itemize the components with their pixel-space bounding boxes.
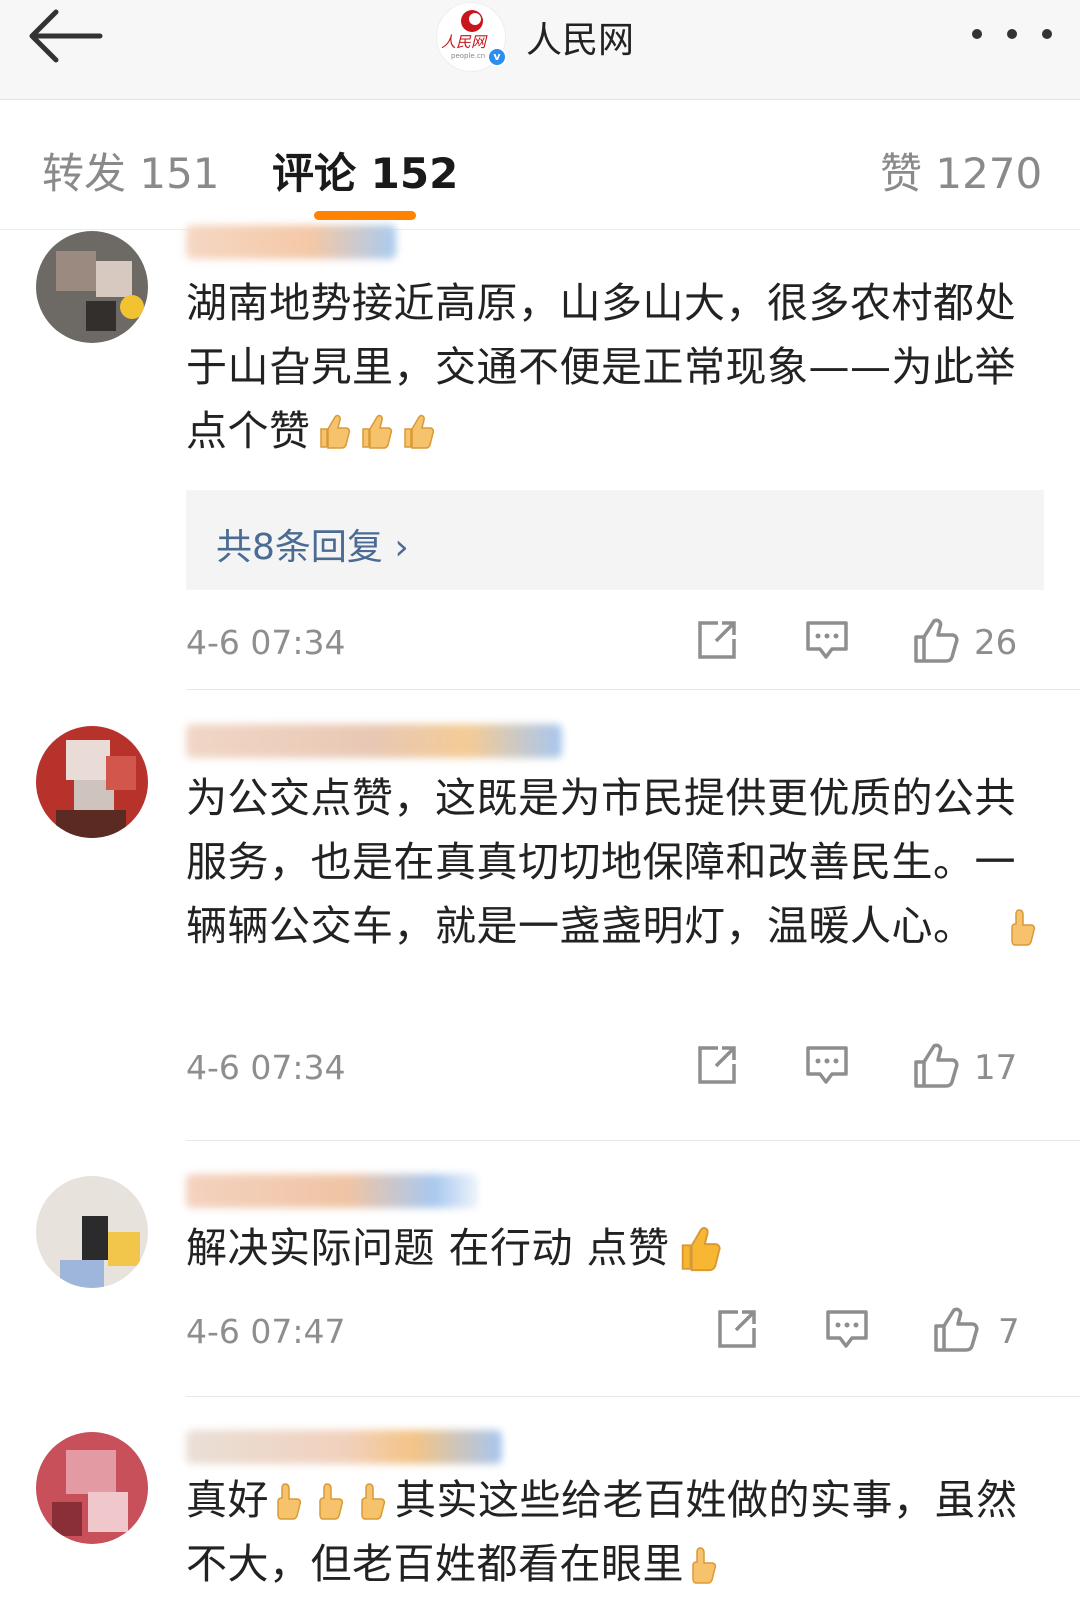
repost-button[interactable] [694, 617, 740, 667]
arrow-left-icon [29, 9, 103, 63]
like-button[interactable] [912, 617, 960, 667]
comment-divider [186, 1140, 1080, 1141]
reply-button[interactable] [804, 617, 850, 667]
thumbs-up-emoji-icon [319, 414, 350, 449]
comment-meta: 4-6 07:47 7 [186, 1306, 1044, 1356]
thumbs-up-emoji-icon [692, 1547, 717, 1584]
avatar-pixel [82, 1216, 108, 1260]
comment-icon [806, 1046, 848, 1084]
comment-item: 湖南地势接近高原，山多山大，很多农村都处于山旮旯里，交通不便是正常现象——为此举… [0, 225, 1080, 689]
tab-reposts[interactable]: 转发 151 [42, 140, 220, 201]
reply-button[interactable] [804, 1042, 850, 1092]
comment-body-start: 真好 [186, 1476, 269, 1524]
comment-body: 湖南地势接近高原，山多山大，很多农村都处于山旮旯里，交通不便是正常现象——为此举… [186, 279, 1016, 455]
comment-text: 真好 其实这些给老百姓做的实事，虽然不大，但老百姓都看在眼里 [186, 1468, 1046, 1596]
view-replies-link[interactable]: 共8条回复 › [216, 518, 409, 570]
verified-badge: v [487, 47, 507, 67]
like-icon [914, 618, 959, 663]
share-icon [718, 1310, 756, 1348]
commenter-avatar[interactable] [36, 726, 148, 838]
comment-icon [826, 1310, 868, 1348]
avatar-pixel [66, 1450, 116, 1494]
logo-text: 人民网 [441, 33, 487, 51]
comment-text: 为公交点赞，这既是为市民提供更优质的公共服务，也是在真真切切地保障和改善民生。一… [186, 766, 1046, 958]
repost-button[interactable] [694, 1042, 740, 1092]
back-button[interactable] [22, 4, 112, 68]
like-icon [934, 1307, 979, 1352]
avatar-pixel [56, 810, 126, 838]
comment-divider [186, 1396, 1080, 1397]
commenter-name-blurred[interactable] [186, 1174, 478, 1208]
reply-button[interactable] [824, 1306, 870, 1356]
more-dot [1007, 29, 1017, 39]
comment-meta: 4-6 07:34 17 [186, 1042, 1044, 1092]
thumbs-up-emoji-icon [681, 1226, 721, 1272]
comment-body: 解决实际问题 在行动 点赞 [186, 1224, 670, 1272]
commenter-avatar[interactable] [36, 1432, 148, 1544]
like-icon [914, 1043, 959, 1088]
comment-body: 为公交点赞，这既是为市民提供更优质的公共服务，也是在真真切切地保障和改善民生。一… [186, 774, 1016, 950]
thumbs-up-emoji-icon [277, 1483, 302, 1520]
tab-likes[interactable]: 赞 1270 [880, 140, 1042, 201]
more-dot [1042, 29, 1052, 39]
comment-divider [186, 689, 1080, 690]
commenter-name-blurred[interactable] [186, 724, 562, 758]
like-button[interactable] [912, 1042, 960, 1092]
comment-body-end: 其实这些给老百姓做的实事，虽然不大，但老百姓都看在眼里 [186, 1476, 1018, 1588]
commenter-avatar[interactable] [36, 1176, 148, 1288]
avatar-pixel [96, 261, 132, 297]
top-bar: 人民网 people.cn v 人民网 [0, 0, 1080, 100]
more-dot [972, 29, 982, 39]
comment-icon [806, 621, 848, 659]
commenter-avatar[interactable] [36, 231, 148, 343]
like-button[interactable] [932, 1306, 980, 1356]
thumbs-up-emoji-icon [1010, 909, 1035, 946]
avatar-pixel [106, 756, 136, 790]
share-icon [698, 1046, 736, 1084]
repost-button[interactable] [714, 1306, 760, 1356]
more-button[interactable] [972, 14, 1052, 54]
avatar-pixel [88, 1492, 128, 1532]
comment-item: 为公交点赞，这既是为市民提供更优质的公共服务，也是在真真切切地保障和改善民生。一… [0, 724, 1080, 1126]
tab-comments[interactable]: 评论 152 [272, 140, 458, 201]
avatar-badge [120, 295, 144, 319]
comment-time: 4-6 07:47 [186, 1312, 346, 1351]
comment-meta: 4-6 07:34 26 [186, 617, 1044, 667]
thumbs-up-emoji-icon [403, 414, 434, 449]
share-icon [698, 621, 736, 659]
avatar-pixel [52, 1502, 82, 1536]
active-tab-indicator [314, 211, 416, 220]
comment-text: 解决实际问题 在行动 点赞 [186, 1216, 1046, 1280]
like-count: 7 [998, 1312, 1020, 1352]
comment-time: 4-6 07:34 [186, 623, 346, 662]
tab-bar: 转发 151 评论 152 赞 1270 [0, 100, 1080, 230]
comment-time: 4-6 07:34 [186, 1048, 346, 1087]
comment-text: 湖南地势接近高原，山多山大，很多农村都处于山旮旯里，交通不便是正常现象——为此举… [186, 271, 1046, 463]
logo-subtext: people.cn [451, 52, 486, 60]
account-name[interactable]: 人民网 [526, 11, 634, 63]
reply-summary-box[interactable]: 共8条回复 › [186, 490, 1044, 590]
commenter-name-blurred[interactable] [186, 1430, 502, 1464]
thumbs-up-emoji-icon [361, 1483, 386, 1520]
account-avatar[interactable]: 人民网 people.cn v [436, 2, 507, 72]
like-count: 17 [974, 1048, 1018, 1088]
avatar-pixel [86, 301, 116, 331]
avatar-pixel [60, 1260, 104, 1288]
avatar-pixel [56, 251, 96, 291]
thumbs-up-emoji-icon [361, 414, 392, 449]
like-count: 26 [974, 623, 1018, 663]
comment-item: 解决实际问题 在行动 点赞 4-6 07:47 7 [0, 1174, 1080, 1388]
comment-item: 真好 其实这些给老百姓做的实事，虽然不大，但老百姓都看在眼里 [0, 1430, 1080, 1618]
thumbs-up-emoji-icon [319, 1483, 344, 1520]
avatar-pixel [66, 740, 110, 780]
account-header[interactable]: 人民网 people.cn v 人民网 [436, 2, 634, 72]
avatar-pixel [108, 1232, 140, 1266]
commenter-name-blurred[interactable] [186, 225, 396, 259]
